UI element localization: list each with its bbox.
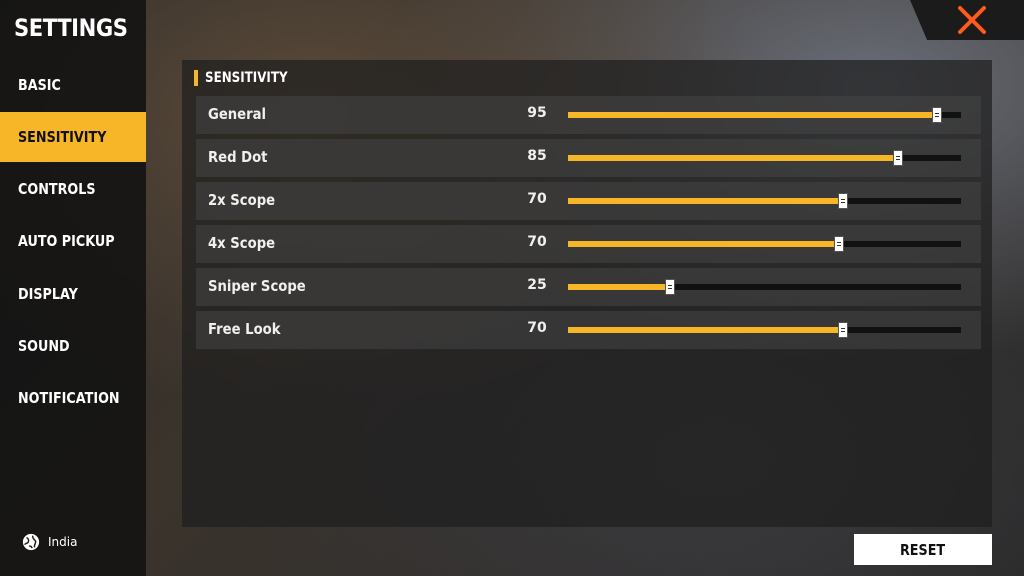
sidebar-item-notification[interactable]: NOTIFICATION xyxy=(0,373,146,423)
slider-row-free-look: Free Look 70 xyxy=(196,311,981,349)
sidebar-item-label: SENSITIVITY xyxy=(18,128,107,146)
slider-value: 70 xyxy=(527,234,547,250)
slider-row-general: General 95 xyxy=(196,96,981,134)
slider-label: Sniper Scope xyxy=(208,277,306,295)
slider-thumb[interactable] xyxy=(834,236,845,252)
sidebar-item-controls[interactable]: CONTROLS xyxy=(0,164,146,214)
slider-value: 95 xyxy=(527,105,547,121)
slider-thumb[interactable] xyxy=(838,193,849,209)
sidebar-item-label: SOUND xyxy=(18,337,70,355)
section-accent-bar xyxy=(194,70,198,86)
sidebar-item-sensitivity[interactable]: SENSITIVITY xyxy=(0,112,146,162)
slider-row-4x-scope: 4x Scope 70 xyxy=(196,225,981,263)
slider-thumb[interactable] xyxy=(665,279,676,295)
slider-label: 2x Scope xyxy=(208,191,276,209)
slider-track[interactable] xyxy=(568,150,961,166)
slider-thumb[interactable] xyxy=(932,107,943,123)
page-title: SETTINGS xyxy=(14,14,128,42)
slider-label: General xyxy=(208,105,267,123)
sidebar-item-auto-pickup[interactable]: AUTO PICKUP xyxy=(0,216,146,266)
reset-button-label: RESET xyxy=(900,540,946,559)
slider-fill xyxy=(568,327,844,333)
slider-thumb[interactable] xyxy=(893,150,904,166)
slider-track[interactable] xyxy=(568,322,961,338)
slider-track[interactable] xyxy=(568,236,961,252)
region-label: India xyxy=(48,535,78,549)
slider-fill xyxy=(568,198,844,204)
sidebar-item-label: NOTIFICATION xyxy=(18,389,120,407)
slider-fill xyxy=(568,155,899,161)
slider-fill xyxy=(568,112,938,118)
slider-value: 70 xyxy=(527,320,547,336)
globe-icon xyxy=(22,533,40,551)
section-title: SENSITIVITY xyxy=(205,70,288,86)
slider-label: Free Look xyxy=(208,320,281,338)
sidebar-item-label: CONTROLS xyxy=(18,180,96,198)
sidebar-item-sound[interactable]: SOUND xyxy=(0,321,146,371)
slider-row-sniper-scope: Sniper Scope 25 xyxy=(196,268,981,306)
slider-label: 4x Scope xyxy=(208,234,276,252)
slider-row-2x-scope: 2x Scope 70 xyxy=(196,182,981,220)
slider-track[interactable] xyxy=(568,279,961,295)
slider-value: 70 xyxy=(527,191,547,207)
sidebar-item-display[interactable]: DISPLAY xyxy=(0,269,146,319)
close-icon[interactable] xyxy=(955,4,989,36)
slider-value: 25 xyxy=(527,277,547,293)
section-header: SENSITIVITY xyxy=(194,68,302,88)
slider-value: 85 xyxy=(527,148,547,164)
sidebar-item-basic[interactable]: BASIC xyxy=(0,60,146,110)
sidebar-item-label: DISPLAY xyxy=(18,285,78,303)
slider-thumb[interactable] xyxy=(838,322,849,338)
slider-row-red-dot: Red Dot 85 xyxy=(196,139,981,177)
sidebar-item-label: BASIC xyxy=(18,76,61,94)
slider-track[interactable] xyxy=(568,107,961,123)
reset-button[interactable]: RESET xyxy=(854,534,992,565)
slider-fill xyxy=(568,284,671,290)
sidebar-item-label: AUTO PICKUP xyxy=(18,232,115,250)
slider-fill xyxy=(568,241,840,247)
slider-label: Red Dot xyxy=(208,148,268,166)
sidebar: SETTINGS BASIC SENSITIVITY CONTROLS AUTO… xyxy=(0,0,146,576)
region-selector[interactable]: India xyxy=(22,533,77,551)
slider-track[interactable] xyxy=(568,193,961,209)
